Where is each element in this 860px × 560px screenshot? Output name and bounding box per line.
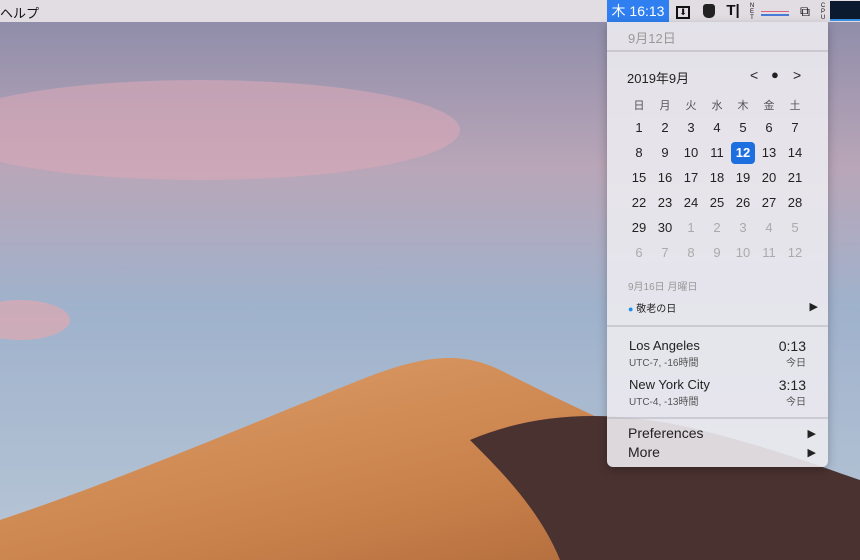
today-button[interactable]: ● [771, 67, 779, 82]
calendar-day[interactable]: 4 [757, 217, 781, 239]
menu-help[interactable]: ヘルプ [0, 3, 39, 22]
calendar-day[interactable]: 21 [783, 167, 807, 189]
calendar-day[interactable]: 11 [757, 242, 781, 264]
calendar-day-today[interactable]: 12 [731, 142, 755, 164]
calendar-day[interactable]: 6 [757, 117, 781, 139]
menu-item-preferences[interactable]: Preferences ▶ [628, 425, 816, 443]
calendar-day[interactable]: 2 [705, 217, 729, 239]
calendar-day[interactable]: 7 [783, 117, 807, 139]
window-icon[interactable]: ⧉ [795, 0, 815, 22]
world-clock-offset: UTC-7, -16時間 [629, 358, 699, 369]
event-title: 敬老の日 [636, 304, 677, 315]
event-item[interactable]: ● 敬老の日 ▶ [628, 300, 818, 315]
calendar-title: 2019年9月 [627, 71, 690, 86]
calendar-day[interactable]: 23 [653, 192, 677, 214]
calendar-day[interactable]: 30 [653, 217, 677, 239]
net-monitor-icon[interactable]: NET [746, 0, 758, 22]
calendar-day[interactable]: 28 [783, 192, 807, 214]
world-clock-offset: UTC-4, -13時間 [629, 397, 699, 408]
calendar-day[interactable]: 10 [679, 142, 703, 164]
calendar-day[interactable]: 13 [757, 142, 781, 164]
calendar-day[interactable]: 3 [679, 117, 703, 139]
hat-icon[interactable] [699, 0, 719, 22]
calendar-day[interactable]: 29 [627, 217, 651, 239]
weekday-header: 金 [763, 100, 775, 112]
calendar-day[interactable]: 27 [757, 192, 781, 214]
menu-item-label: More [628, 444, 660, 460]
calendar-day[interactable]: 9 [653, 142, 677, 164]
world-clock-city: Los Angeles [629, 338, 700, 353]
weekday-header: 土 [789, 100, 801, 112]
chevron-right-icon: ▶ [807, 447, 816, 459]
calendar-day[interactable]: 18 [705, 167, 729, 189]
weekday-header: 水 [711, 100, 723, 112]
event-dot-icon: ● [628, 304, 634, 314]
calendar-day[interactable]: 2 [653, 117, 677, 139]
calendar-day[interactable]: 1 [679, 217, 703, 239]
calendar-day[interactable]: 15 [627, 167, 651, 189]
calendar-day[interactable]: 25 [705, 192, 729, 214]
calendar-day[interactable]: 8 [627, 142, 651, 164]
menu-item-label: Preferences [628, 425, 704, 441]
calendar-day[interactable]: 9 [705, 242, 729, 264]
chevron-right-icon: ▶ [807, 428, 816, 440]
menu-item-more[interactable]: More ▶ [628, 444, 816, 462]
net-label: NET [749, 3, 755, 21]
next-month-button[interactable]: > [793, 67, 801, 83]
weekday-header: 火 [685, 100, 697, 112]
world-clock-time: 3:13 [778, 377, 806, 393]
chevron-right-icon: ▶ [809, 301, 818, 313]
calendar-day[interactable]: 17 [679, 167, 703, 189]
calendar-day[interactable]: 11 [705, 142, 729, 164]
world-clock-day: 今日 [786, 358, 806, 369]
calendar-day[interactable]: 3 [731, 217, 755, 239]
menubar-clock[interactable]: 木 16:13 [607, 0, 669, 22]
prev-month-button[interactable]: < [750, 67, 758, 83]
date-header: 9月12日 [628, 31, 676, 46]
cpu-graph [830, 1, 860, 21]
download-icon[interactable]: ⬇ [673, 0, 693, 22]
calendar-day[interactable]: 6 [627, 242, 651, 264]
calendar-day[interactable]: 7 [653, 242, 677, 264]
cpu-label: CPU [820, 3, 826, 21]
event-date: 9月16日 月曜日 [628, 282, 698, 293]
menu-bar: ヘルプ 木 16:13 ⬇ T| NET ⧉ CPU [0, 0, 860, 22]
calendar-day[interactable]: 24 [679, 192, 703, 214]
calendar-day[interactable]: 26 [731, 192, 755, 214]
world-clock-day: 今日 [786, 397, 806, 408]
weekday-header: 木 [737, 100, 749, 112]
cpu-monitor-icon[interactable]: CPU [818, 0, 828, 22]
net-graph [761, 11, 789, 16]
clock-dropdown-panel: 9月12日 2019年9月 < ● > 日月火水木金土 1 2 3 4 5 6 7 8 9 10 11… [607, 22, 828, 467]
calendar-day[interactable]: 4 [705, 117, 729, 139]
calendar-day[interactable]: 19 [731, 167, 755, 189]
calendar-day[interactable]: 1 [627, 117, 651, 139]
calendar-day[interactable]: 22 [627, 192, 651, 214]
calendar-day[interactable]: 5 [783, 217, 807, 239]
world-clock-city: New York City [629, 377, 710, 392]
weekday-header: 月 [659, 100, 671, 112]
text-cursor-icon[interactable]: T| [723, 0, 743, 22]
calendar-day[interactable]: 10 [731, 242, 755, 264]
calendar-day[interactable]: 16 [653, 167, 677, 189]
calendar-day[interactable]: 20 [757, 167, 781, 189]
calendar-day[interactable]: 14 [783, 142, 807, 164]
calendar-day[interactable]: 12 [783, 242, 807, 264]
calendar-day[interactable]: 8 [679, 242, 703, 264]
weekday-header: 日 [633, 100, 645, 112]
calendar-day[interactable]: 5 [731, 117, 755, 139]
world-clock-time: 0:13 [778, 338, 806, 354]
